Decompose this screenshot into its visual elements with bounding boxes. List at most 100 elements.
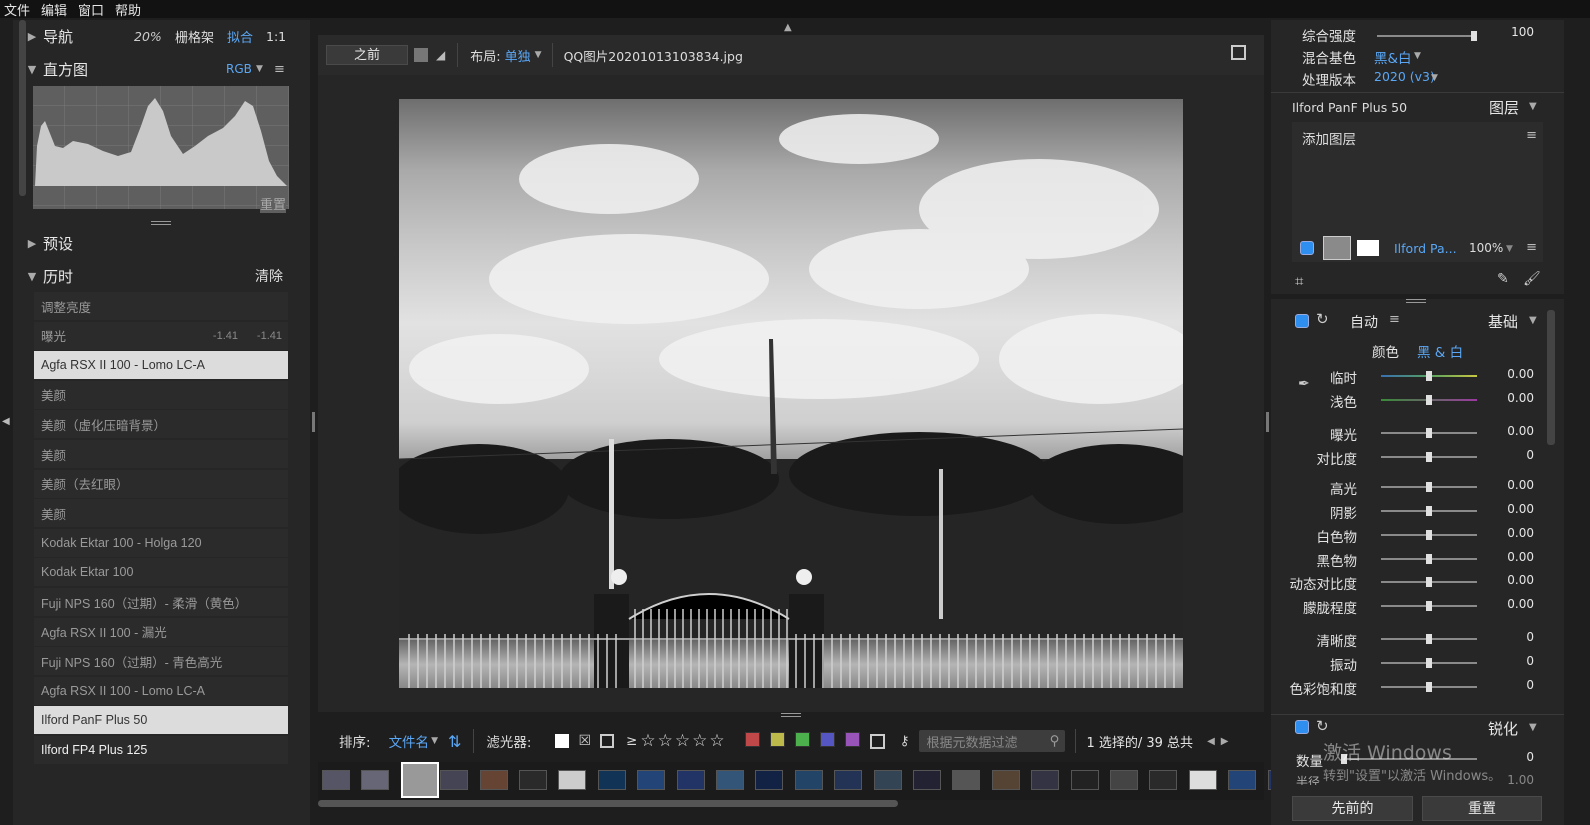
color-filter-swatch[interactable] [844, 731, 860, 747]
resize-grip[interactable] [151, 221, 171, 225]
before-button[interactable]: 之前 [326, 45, 408, 65]
filmstrip-thumbnail[interactable] [1031, 770, 1060, 790]
adjustment-slider[interactable] [1381, 658, 1477, 668]
flag-icon[interactable] [1231, 45, 1246, 60]
sort-select[interactable]: 文件名 [389, 731, 430, 751]
main-photo[interactable] [399, 99, 1183, 688]
history-clear[interactable]: 清除 [255, 266, 283, 286]
collapse-left-icon[interactable]: ◀ [2, 416, 10, 427]
sharpen-toggle[interactable] [1295, 720, 1309, 734]
histogram-header[interactable]: ▼ 直方图 RGB ▼ ≡ [13, 55, 310, 83]
filmstrip-thumbnail[interactable] [716, 770, 744, 790]
history-item[interactable]: 调整亮度 [34, 292, 288, 320]
color-filter-swatch[interactable] [819, 731, 835, 747]
menu-edit[interactable]: 编辑 [37, 0, 74, 19]
history-header[interactable]: ▼ 历时 清除 [13, 262, 310, 290]
next-arrow-icon[interactable]: ▶ [1221, 736, 1229, 747]
unflagged-filter-icon[interactable] [600, 734, 615, 748]
left-splitter[interactable] [312, 412, 315, 432]
reject-filter-icon[interactable]: ☒ [578, 733, 591, 749]
strength-knob[interactable] [1471, 31, 1477, 41]
history-item[interactable]: 美颜 [34, 380, 288, 409]
no-color-filter[interactable] [869, 733, 885, 749]
zoom-20[interactable]: 20% [134, 29, 162, 44]
pencil-icon[interactable]: ✎ [1497, 271, 1509, 287]
adjustment-slider[interactable] [1381, 577, 1477, 587]
filmstrip-thumbnail[interactable] [1110, 770, 1138, 790]
prev-arrow-icon[interactable]: ◀ [1207, 736, 1215, 747]
history-item[interactable]: Kodak Ektar 100 [34, 558, 288, 587]
auto-button[interactable]: 自动 [1350, 312, 1378, 332]
layer-name[interactable]: Ilford Pa... [1394, 241, 1457, 256]
history-item[interactable]: 曝光 -1.41 -1.41 [34, 321, 288, 350]
star-icon[interactable]: ☆ [640, 731, 655, 751]
filmstrip-scrollbar[interactable] [318, 800, 898, 807]
menu-icon[interactable]: ≡ [1526, 128, 1537, 143]
menu-help[interactable]: 帮助 [111, 0, 148, 19]
filmstrip-thumbnail[interactable] [794, 770, 823, 790]
layer-toggle[interactable] [1300, 241, 1314, 255]
crop-icon[interactable]: ⌗ [1295, 272, 1303, 290]
presets-header[interactable]: ▶ 预设 [13, 229, 310, 257]
sharpen-title[interactable]: 锐化 [1488, 718, 1518, 739]
history-item[interactable]: Fuji NPS 160（过期）- 柔滑（黄色） [34, 588, 288, 616]
adjustment-slider[interactable] [1381, 601, 1477, 611]
adjustment-slider[interactable] [1381, 634, 1477, 644]
strength-slider[interactable] [1377, 31, 1477, 41]
reset-button[interactable]: 重置 [1422, 796, 1542, 821]
right-scrollbar[interactable] [1547, 310, 1555, 445]
adjustment-slider[interactable] [1381, 682, 1477, 692]
version-select[interactable]: 2020 (v3) [1374, 69, 1435, 84]
zoom-grid[interactable]: 栅格架 [175, 27, 214, 46]
resize-grip[interactable] [1406, 299, 1426, 303]
brush-icon[interactable]: 🖌 [1523, 271, 1541, 287]
menu-icon[interactable]: ≡ [274, 62, 285, 77]
slider-knob[interactable] [1426, 371, 1432, 381]
adjustment-slider[interactable] [1381, 506, 1477, 516]
history-item[interactable]: Agfa RSX II 100 - Lomo LC-A [34, 351, 288, 380]
metadata-search[interactable]: 根据元数据过滤 ⚲ [919, 730, 1066, 752]
color-mode[interactable]: 颜色 [1372, 341, 1399, 361]
filmstrip-thumbnail[interactable] [440, 770, 469, 790]
history-item[interactable]: Ilford FP4 Plus 125 [34, 736, 288, 764]
menu-icon[interactable]: ≡ [1526, 240, 1537, 255]
layer-opacity[interactable]: 100% [1469, 241, 1503, 255]
slider-knob[interactable] [1426, 530, 1432, 540]
previous-button[interactable]: 先前的 [1292, 796, 1413, 821]
resize-grip[interactable] [781, 713, 801, 717]
bw-mode[interactable]: 黑 & 白 [1417, 341, 1463, 361]
layer-mask[interactable] [1357, 240, 1379, 256]
filmstrip-thumbnail[interactable] [322, 770, 350, 790]
slider-knob[interactable] [1426, 577, 1432, 587]
filmstrip-thumbnail[interactable] [361, 770, 390, 790]
filmstrip-thumbnail[interactable] [991, 770, 1020, 790]
star-icon[interactable]: ☆ [658, 731, 673, 751]
adjustment-slider[interactable] [1381, 530, 1477, 540]
filmstrip-thumbnail[interactable] [597, 770, 626, 790]
filmstrip-thumbnail[interactable] [637, 770, 666, 790]
filmstrip-thumbnail[interactable] [873, 770, 902, 790]
star-icon[interactable]: ☆ [675, 731, 690, 751]
star-icon[interactable]: ☆ [692, 731, 707, 751]
adjustment-slider[interactable] [1381, 371, 1477, 381]
menu-window[interactable]: 窗口 [74, 0, 111, 19]
histogram-reset[interactable]: 重置 [259, 194, 286, 213]
slider-knob[interactable] [1426, 658, 1432, 668]
slider-knob[interactable] [1426, 482, 1432, 492]
basic-toggle[interactable] [1295, 314, 1309, 328]
zoom-fit[interactable]: 拟合 [227, 27, 253, 46]
menu-icon[interactable]: ≡ [1389, 312, 1400, 327]
color-filter-swatch[interactable] [769, 731, 785, 747]
layout-select[interactable]: 单独 [505, 46, 531, 65]
history-item[interactable]: Agfa RSX II 100 - Lomo LC-A [34, 676, 288, 705]
filmstrip-thumbnail[interactable] [479, 770, 508, 790]
slider-knob[interactable] [1426, 634, 1432, 644]
history-item[interactable]: Kodak Ektar 100 - Holga 120 [34, 528, 288, 557]
right-splitter[interactable] [1266, 412, 1269, 432]
key-icon[interactable]: ⚷ [900, 733, 910, 749]
filmstrip-thumbnail[interactable] [834, 770, 863, 790]
metadata-search-input[interactable]: 根据元数据过滤 [926, 732, 1017, 751]
history-item[interactable]: 美颜 [34, 440, 288, 468]
filmstrip-thumbnail[interactable] [519, 770, 547, 790]
filmstrip-thumbnail[interactable] [676, 770, 705, 790]
